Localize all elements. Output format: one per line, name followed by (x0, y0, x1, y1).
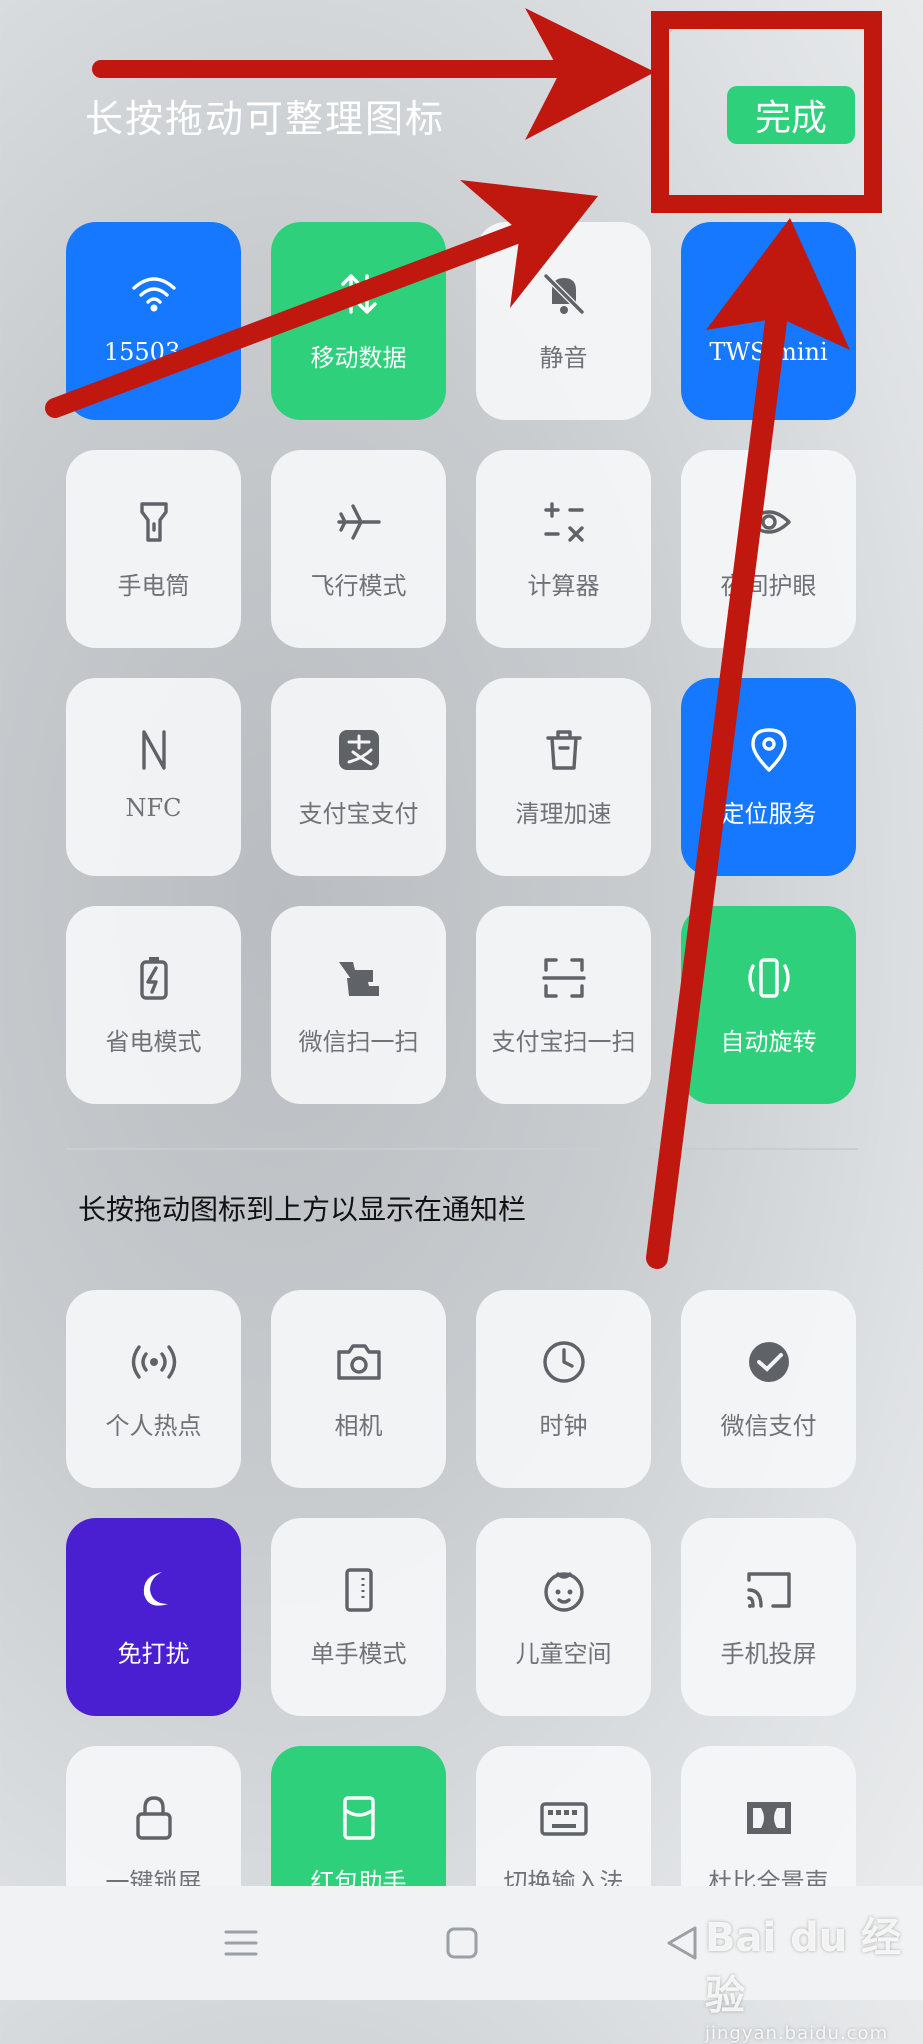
flashlight-icon (128, 496, 180, 548)
bell-mute-icon (538, 268, 590, 320)
mobile-data-icon (333, 268, 385, 320)
tile-label: 红包助手 (310, 1868, 407, 1886)
available-tile[interactable]: 手机投屏 (681, 1518, 856, 1716)
available-tiles-grid: 个人热点 相机 时钟 微信支付免打扰 单手模式 儿童空间 手机投屏一键锁屏 红包助手 切换输入法… (66, 1290, 858, 1886)
tile-label: 手电筒 (117, 572, 190, 600)
location-icon (743, 724, 795, 776)
keyboard-icon (538, 1792, 590, 1844)
tile-label: 微信扫一扫 (298, 1028, 419, 1056)
tile-label: 清理加速 (515, 800, 612, 828)
active-tile[interactable]: 自动旋转 (681, 906, 856, 1104)
tile-label: NFC (125, 794, 182, 822)
tile-label: 微信支付 (720, 1412, 817, 1440)
tile-label: 支付宝支付 (298, 800, 419, 828)
tile-label: 个人热点 (105, 1412, 202, 1440)
watermark-url: jingyan.baidu.com (705, 2023, 889, 2044)
available-tile[interactable]: 个人热点 (66, 1290, 241, 1488)
rotate-icon (743, 952, 795, 1004)
tile-label: 免打扰 (117, 1640, 190, 1668)
section-title: 长按拖动图标到上方以显示在通知栏 (78, 1193, 527, 1226)
camera-icon (333, 1336, 385, 1388)
available-tile[interactable]: 单手模式 (271, 1518, 446, 1716)
tile-label: 省电模式 (105, 1028, 202, 1056)
available-tile[interactable]: 时钟 (476, 1290, 651, 1488)
tile-label: 移动数据 (310, 344, 407, 372)
done-button[interactable]: 完成 (727, 86, 855, 144)
moon-icon (128, 1564, 180, 1616)
active-tile[interactable]: 支付宝支付 (271, 678, 446, 876)
active-tile[interactable]: 15503... (66, 222, 241, 420)
trash-icon (538, 724, 590, 776)
back-icon[interactable] (652, 1916, 712, 1970)
active-tile[interactable]: 微信扫一扫 (271, 906, 446, 1104)
available-tile[interactable]: 微信支付 (681, 1290, 856, 1488)
available-tile[interactable]: 一键锁屏 (66, 1746, 241, 1886)
active-tile[interactable]: 静音 (476, 222, 651, 420)
tile-label: 飞行模式 (310, 572, 407, 600)
tile-label: 切换输入法 (503, 1868, 624, 1886)
available-tile[interactable]: 红包助手 (271, 1746, 446, 1886)
divider (66, 1148, 858, 1150)
available-tile[interactable]: 相机 (271, 1290, 446, 1488)
active-tile[interactable]: 计算器 (476, 450, 651, 648)
clock-icon (538, 1336, 590, 1388)
watermark-brand: Bai du 经验 (705, 1915, 902, 2019)
baidu-watermark: Bai du 经验 jingyan.baidu.com (705, 1905, 923, 2044)
tile-label: 手机投屏 (720, 1640, 817, 1668)
available-tile[interactable]: 切换输入法 (476, 1746, 651, 1886)
active-tile[interactable]: 定位服务 (681, 678, 856, 876)
active-tile[interactable]: 支付宝扫一扫 (476, 906, 651, 1104)
menu-icon[interactable] (211, 1916, 271, 1970)
wechat-scan-icon (333, 952, 385, 1004)
available-tiles-scroll[interactable]: 个人热点 相机 时钟 微信支付免打扰 单手模式 儿童空间 手机投屏一键锁屏 红包助手 切换输入法… (0, 1290, 923, 1886)
active-tile[interactable]: TWS mini (681, 222, 856, 420)
tile-label: 一键锁屏 (105, 1868, 202, 1886)
hotspot-icon (128, 1336, 180, 1388)
active-tile[interactable]: 手电筒 (66, 450, 241, 648)
active-tile[interactable]: 飞行模式 (271, 450, 446, 648)
tile-label: 时钟 (539, 1412, 588, 1440)
active-tile[interactable]: 省电模式 (66, 906, 241, 1104)
scan-icon (538, 952, 590, 1004)
tile-label: 计算器 (527, 572, 600, 600)
active-tile[interactable]: 夜间护眼 (681, 450, 856, 648)
tile-label: 单手模式 (310, 1640, 407, 1668)
eye-icon (743, 496, 795, 548)
nfc-icon (128, 724, 180, 776)
dolby-icon (743, 1792, 795, 1844)
bluetooth-icon (743, 268, 795, 320)
airplane-icon (333, 496, 385, 548)
tile-label: 儿童空间 (515, 1640, 612, 1668)
available-tile[interactable]: 儿童空间 (476, 1518, 651, 1716)
active-tiles-grid: 15503... 移动数据 静音 TWS mini 手电筒 飞行模式 计算器 夜间护眼 NFC 支… (66, 222, 858, 1104)
wechat-pay-icon (743, 1336, 795, 1388)
red-packet-icon (333, 1792, 385, 1844)
tile-label: 支付宝扫一扫 (491, 1028, 636, 1056)
one-hand-icon (333, 1564, 385, 1616)
tile-label: 杜比全景声 (708, 1868, 829, 1886)
home-icon[interactable] (432, 1916, 492, 1970)
battery-icon (128, 952, 180, 1004)
page-title: 长按拖动可整理图标 (85, 97, 446, 141)
alipay-icon (333, 724, 385, 776)
available-tile[interactable]: 免打扰 (66, 1518, 241, 1716)
available-tile[interactable]: 杜比全景声 (681, 1746, 856, 1886)
active-tile[interactable]: 移动数据 (271, 222, 446, 420)
cast-icon (743, 1564, 795, 1616)
tile-label: 相机 (334, 1412, 383, 1440)
wifi-icon (128, 268, 180, 320)
calculator-icon (538, 496, 590, 548)
tile-label: 定位服务 (720, 800, 817, 828)
tile-label: 静音 (539, 344, 588, 372)
tile-label: 15503... (103, 338, 204, 366)
tile-label: 自动旋转 (720, 1028, 817, 1056)
active-tile[interactable]: 清理加速 (476, 678, 651, 876)
tile-label: 夜间护眼 (720, 572, 817, 600)
active-tile[interactable]: NFC (66, 678, 241, 876)
tile-label: TWS mini (709, 338, 828, 366)
lock-icon (128, 1792, 180, 1844)
child-face-icon (538, 1564, 590, 1616)
